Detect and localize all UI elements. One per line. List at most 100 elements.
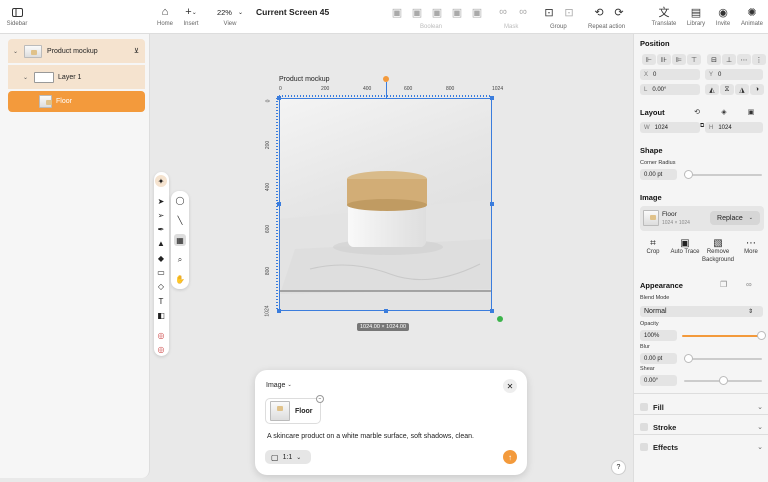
flip-v-icon[interactable]: ⧖ bbox=[720, 84, 734, 95]
resize-handle[interactable] bbox=[384, 309, 388, 313]
stroke-section[interactable]: Stroke ⌄ bbox=[640, 420, 768, 434]
frame-icon[interactable]: ▣ bbox=[744, 106, 758, 117]
image-tool-icon[interactable]: ▦ bbox=[174, 234, 186, 246]
slider-knob[interactable] bbox=[684, 354, 693, 363]
rotate-icon[interactable]: ◑ bbox=[750, 84, 764, 95]
intersect-icon[interactable]: ▣ bbox=[430, 5, 444, 19]
resize-handle[interactable] bbox=[490, 96, 494, 100]
resize-handle[interactable] bbox=[277, 96, 281, 100]
text-icon[interactable]: T bbox=[155, 295, 167, 307]
distribute-h-icon[interactable]: ⋯ bbox=[737, 54, 751, 65]
align-right-icon[interactable]: ⊫ bbox=[672, 54, 686, 65]
animate-button[interactable]: ✺ Animate bbox=[738, 5, 766, 28]
layers-icon[interactable]: ◈ bbox=[717, 106, 731, 117]
sidebar-toggle-button[interactable]: Sidebar bbox=[4, 5, 30, 27]
product-image[interactable] bbox=[279, 98, 492, 311]
pen-icon[interactable]: ✒ bbox=[155, 223, 167, 235]
union-icon[interactable]: ▣ bbox=[390, 5, 404, 19]
pin-icon[interactable]: ⊻ bbox=[134, 47, 139, 55]
slider-knob[interactable] bbox=[684, 170, 693, 179]
resize-handle[interactable] bbox=[277, 309, 281, 313]
y-field[interactable]: Y0 bbox=[705, 69, 763, 80]
insert-button[interactable]: + ⌄ Insert bbox=[178, 5, 204, 27]
fill-section[interactable]: Fill ⌄ bbox=[640, 400, 768, 414]
generate-button[interactable]: ↑ bbox=[503, 450, 517, 464]
mirror-icon[interactable]: ◮ bbox=[735, 84, 749, 95]
status-dot[interactable] bbox=[497, 316, 503, 322]
effects-checkbox[interactable] bbox=[640, 443, 648, 451]
styles-icon[interactable]: ❐ bbox=[720, 280, 727, 289]
lasso-icon[interactable]: ◯ bbox=[174, 194, 186, 206]
close-button[interactable]: ✕ bbox=[503, 379, 517, 393]
flip-h-icon[interactable]: ◭ bbox=[705, 84, 719, 95]
chevron-down-icon[interactable]: ⌄ bbox=[23, 74, 28, 81]
crop-action[interactable]: ⌗ Crop bbox=[640, 238, 666, 255]
stroke-checkbox[interactable] bbox=[640, 423, 648, 431]
more-action[interactable]: ⋯ More bbox=[738, 238, 764, 255]
resize-handle[interactable] bbox=[490, 202, 494, 206]
slider-knob[interactable] bbox=[719, 376, 728, 385]
opacity-slider[interactable] bbox=[682, 331, 766, 340]
zoom-control[interactable]: 22% ⌄ View bbox=[212, 5, 248, 28]
align-top-icon[interactable]: ⊤ bbox=[687, 54, 701, 65]
mode-dropdown[interactable]: Image ⌄ bbox=[266, 382, 292, 389]
fill-icon[interactable]: ◇ bbox=[155, 280, 167, 292]
height-field[interactable]: H 1024 bbox=[705, 122, 763, 133]
align-left-icon[interactable]: ⊩ bbox=[642, 54, 656, 65]
shear-field[interactable]: 0.00° bbox=[640, 375, 677, 386]
eraser-icon[interactable]: ◧ bbox=[155, 309, 167, 321]
link-style-icon[interactable]: ∞ bbox=[746, 280, 752, 289]
pencil-icon[interactable]: ▲ bbox=[155, 237, 167, 249]
select-icon[interactable]: ➤ bbox=[155, 195, 167, 207]
layer-row-product-mockup[interactable]: ⌄ Product mockup ⊻ bbox=[8, 39, 145, 63]
effects-section[interactable]: Effects ⌄ bbox=[640, 440, 768, 454]
undo-icon[interactable]: ⟲ bbox=[592, 5, 606, 19]
prompt-text[interactable]: A skincare product on a white marble sur… bbox=[267, 433, 474, 440]
link-icon[interactable]: ⧉ bbox=[700, 123, 704, 130]
rotation-field[interactable]: L 0.00° bbox=[640, 84, 700, 95]
slider-knob[interactable] bbox=[757, 331, 766, 340]
artboard-title[interactable]: Product mockup bbox=[279, 76, 330, 83]
mask-icon[interactable]: ∞ bbox=[496, 5, 510, 19]
remove-background-action[interactable]: ▧ Remove Background bbox=[700, 238, 736, 265]
blur-field[interactable]: 0.00 pt bbox=[640, 353, 677, 364]
reference-chip[interactable]: Floor − bbox=[265, 395, 324, 424]
fill-checkbox[interactable] bbox=[640, 403, 648, 411]
layer-row-floor[interactable]: Floor bbox=[8, 91, 145, 112]
blur-slider[interactable] bbox=[684, 354, 762, 363]
width-field[interactable]: W 1024 bbox=[640, 122, 700, 133]
align-center-h-icon[interactable]: ⊪ bbox=[657, 54, 671, 65]
redo-icon[interactable]: ⟳ bbox=[612, 5, 626, 19]
invite-button[interactable]: ◉ Invite bbox=[710, 5, 736, 28]
exclude-icon[interactable]: ▣ bbox=[450, 5, 464, 19]
resize-handle[interactable] bbox=[277, 202, 281, 206]
distribute-v-icon[interactable]: ⋮ bbox=[752, 54, 766, 65]
zoom-icon[interactable]: ⌕ bbox=[174, 254, 186, 266]
opacity-field[interactable]: 100% bbox=[640, 330, 677, 341]
rotate-layout-icon[interactable]: ⟲ bbox=[690, 106, 704, 117]
chevron-down-icon[interactable]: ⌄ bbox=[13, 48, 18, 55]
align-middle-icon[interactable]: ⊟ bbox=[707, 54, 721, 65]
corner-radius-field[interactable]: 0.00 pt bbox=[640, 169, 677, 180]
color-swap-icon[interactable]: ◎ bbox=[155, 343, 167, 355]
brush-icon[interactable]: ◆ bbox=[155, 252, 167, 264]
ungroup-icon[interactable]: ⊡ bbox=[562, 5, 576, 19]
blend-mode-select[interactable]: Normal ⇕ bbox=[640, 306, 763, 317]
replace-button[interactable]: Replace ⌄ bbox=[710, 211, 760, 225]
screen-title[interactable]: Current Screen 45 bbox=[256, 7, 329, 17]
corner-radius-slider[interactable] bbox=[684, 170, 762, 179]
unmask-icon[interactable]: ∞ bbox=[516, 5, 530, 19]
home-button[interactable]: ⌂ Home bbox=[152, 5, 178, 27]
remove-chip-icon[interactable]: − bbox=[316, 395, 324, 403]
align-bottom-icon[interactable]: ⊥ bbox=[722, 54, 736, 65]
translate-button[interactable]: 文 Translate bbox=[650, 5, 678, 27]
help-button[interactable]: ? bbox=[611, 460, 626, 475]
x-field[interactable]: X0 bbox=[640, 69, 700, 80]
resize-handle[interactable] bbox=[490, 309, 494, 313]
subtract-icon[interactable]: ▣ bbox=[410, 5, 424, 19]
aspect-ratio-dropdown[interactable]: ▢ 1:1 ⌄ bbox=[265, 450, 311, 464]
direct-select-icon[interactable]: ➢ bbox=[155, 209, 167, 221]
color-icon[interactable]: ◎ bbox=[155, 329, 167, 341]
library-button[interactable]: ▤ Library bbox=[682, 5, 710, 28]
shear-slider[interactable] bbox=[684, 376, 762, 385]
